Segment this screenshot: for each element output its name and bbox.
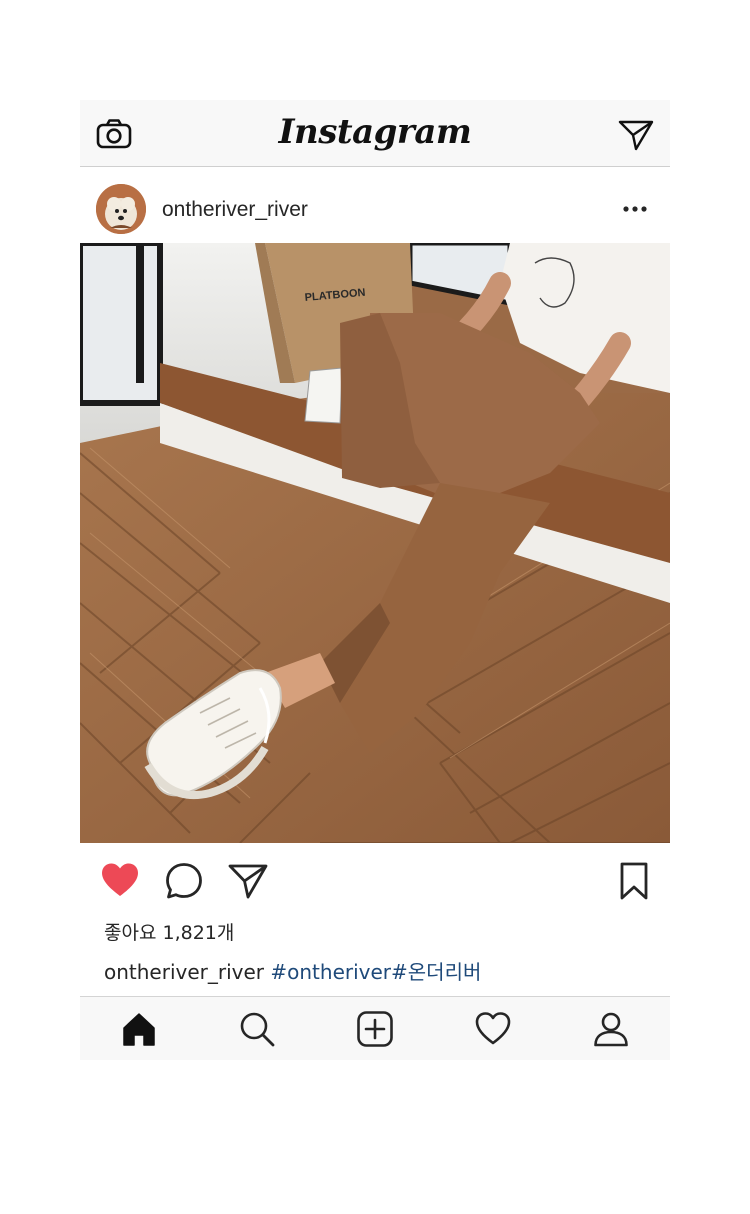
post-username[interactable]: ontheriver_river xyxy=(162,198,308,222)
post-photo-illustration: PLATBOON xyxy=(80,243,670,843)
direct-message-icon[interactable] xyxy=(618,118,654,152)
caption: ontheriver_river #ontheriver#온더리버 xyxy=(104,956,481,985)
post-actions xyxy=(80,843,670,918)
profile-icon[interactable] xyxy=(592,1010,630,1048)
bookmark-icon[interactable] xyxy=(614,861,654,901)
likes-count[interactable]: 좋아요 1,821개 xyxy=(104,918,234,945)
share-icon[interactable] xyxy=(228,861,268,901)
post-image[interactable]: PLATBOON xyxy=(80,243,670,843)
heart-icon[interactable] xyxy=(100,861,140,901)
home-icon[interactable] xyxy=(120,1010,158,1048)
post-header: ontheriver_river xyxy=(80,167,670,243)
bottom-navigation xyxy=(80,996,670,1060)
avatar[interactable] xyxy=(96,184,146,234)
search-icon[interactable] xyxy=(238,1010,276,1048)
instagram-post-card: Instagram ontheriver_river PLATBOON 좋아요 … xyxy=(80,100,670,1060)
activity-heart-icon[interactable] xyxy=(474,1010,512,1048)
comment-icon[interactable] xyxy=(164,861,204,901)
more-options-icon[interactable] xyxy=(620,197,650,221)
instagram-logo: Instagram xyxy=(278,112,472,152)
top-bar: Instagram xyxy=(80,100,670,167)
caption-username[interactable]: ontheriver_river xyxy=(104,960,264,984)
add-post-icon[interactable] xyxy=(356,1010,394,1048)
dog-avatar-picture xyxy=(96,184,146,234)
caption-hashtags[interactable]: #ontheriver#온더리버 xyxy=(270,960,481,984)
